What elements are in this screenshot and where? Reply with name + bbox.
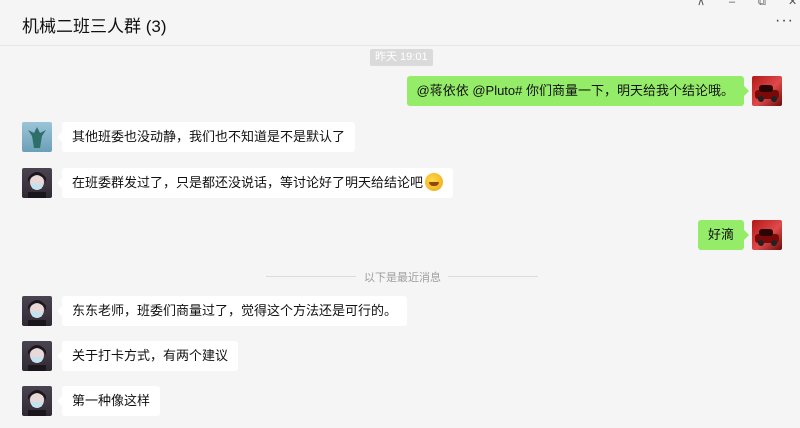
minimize-icon[interactable]: – [729, 0, 735, 8]
person-avatar-icon [28, 300, 46, 326]
message-list[interactable]: 昨天 19:01 @蒋依依 @Pluto# 你们商量一下，明天给我个结论哦。 其… [0, 46, 800, 428]
avatar[interactable] [22, 122, 52, 152]
car-avatar-icon [755, 229, 779, 246]
person-avatar-icon [28, 390, 46, 416]
message-bubble-other[interactable]: 其他班委也没动静，我们也不知道是不是默认了 [56, 122, 356, 152]
dragon-avatar-icon [28, 127, 46, 148]
person-avatar-icon [28, 345, 46, 371]
chat-header: 机械二班三人群 (3) ⊼ – ⧉ ✕ ··· [0, 0, 800, 46]
avatar[interactable] [22, 341, 52, 371]
message-text: 在班委群发过了，只是都还没说话，等讨论好了明天给结论吧 [72, 175, 424, 190]
message-bubble-other[interactable]: 东东老师，班委们商量过了，觉得这个方法还是可行的。 [56, 296, 408, 326]
avatar[interactable] [752, 76, 782, 106]
message-bubble-self[interactable]: @蒋依依 @Pluto# 你们商量一下，明天给我个结论哦。 [406, 76, 750, 106]
close-icon[interactable]: ✕ [788, 0, 797, 8]
divider-line [448, 276, 538, 277]
pin-icon[interactable]: ⊼ [697, 0, 705, 8]
avatar[interactable] [22, 296, 52, 326]
more-options-button[interactable]: ··· [775, 13, 794, 29]
message-bubble-other[interactable]: 在班委群发过了，只是都还没说话，等讨论好了明天给结论吧 [56, 168, 454, 198]
message-bubble-other[interactable]: 第一种像这样 [56, 386, 161, 416]
car-avatar-icon [755, 85, 779, 102]
avatar[interactable] [752, 220, 782, 250]
person-avatar-icon [28, 172, 46, 198]
message-bubble-other[interactable]: 关于打卡方式，有两个建议 [56, 341, 239, 371]
message-bubble-self[interactable]: 好滴 [697, 220, 750, 250]
time-divider: 昨天 19:01 [370, 49, 433, 66]
divider-line [266, 276, 356, 277]
maximize-icon[interactable]: ⧉ [758, 0, 766, 8]
chat-title: 机械二班三人群 (3) [22, 17, 167, 36]
avatar[interactable] [22, 168, 52, 198]
avatar[interactable] [22, 386, 52, 416]
new-messages-divider: 以下是最近消息 [364, 272, 441, 284]
facepalm-emoji-icon [425, 173, 444, 191]
